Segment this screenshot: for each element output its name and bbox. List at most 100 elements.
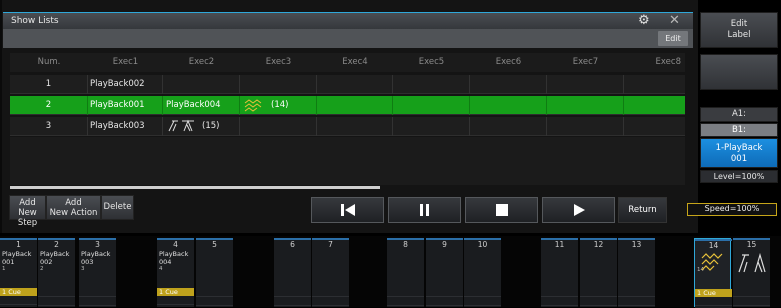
exec-cell[interactable]	[240, 75, 317, 94]
executor-number: 7	[312, 238, 349, 249]
beam-icon	[168, 119, 194, 131]
exec-cell[interactable]	[317, 75, 393, 94]
executor-fader-lines	[426, 288, 463, 307]
executor-sub-number: 2	[40, 266, 44, 272]
exec-cell[interactable]	[547, 117, 624, 136]
executor-slot-1[interactable]: 1 PlayBack 001 1 1 Cue	[0, 238, 37, 307]
executor-number: 1	[0, 238, 37, 249]
row-number: 3	[10, 117, 88, 136]
gear-icon[interactable]: ⚙	[638, 13, 650, 28]
column-header: Exec6	[495, 57, 522, 67]
add-new-step-button[interactable]: Add New Step	[9, 195, 46, 228]
add-new-action-button[interactable]: Add New Action	[46, 195, 101, 220]
executor-number: 5	[196, 238, 233, 249]
exec-cell[interactable]: PlayBack004	[163, 96, 240, 115]
play-button[interactable]	[542, 197, 615, 223]
exec-cell[interactable]	[624, 117, 685, 136]
executor-cue-label: 1 Cue	[695, 289, 732, 297]
executor-slot-10[interactable]: 10	[464, 238, 501, 307]
edit-label-button[interactable]: Edit Label	[700, 12, 778, 48]
edit-label-text: Label	[727, 30, 751, 40]
exec-cell[interactable]	[547, 75, 624, 94]
exec-cell[interactable]	[470, 96, 547, 115]
row-number: 1	[10, 75, 88, 94]
table-row[interactable]: 3 PlayBack003 (15)	[10, 117, 685, 136]
column-header: Exec3	[265, 57, 292, 67]
executor-slot-6[interactable]: 6	[274, 238, 311, 307]
close-icon[interactable]: ✕	[669, 13, 680, 28]
exec-cell[interactable]	[393, 96, 470, 115]
exec-cell[interactable]	[317, 117, 393, 136]
exec-cell[interactable]: (14)	[240, 96, 317, 115]
exec-cell[interactable]	[317, 96, 393, 115]
playback-number: 001	[730, 154, 748, 164]
effect-icon	[701, 253, 723, 271]
executor-slot-14[interactable]: 14 14 1 Cue	[694, 238, 732, 308]
executor-fader-lines	[274, 288, 311, 307]
level-readout: Level=100%	[700, 170, 778, 183]
skip-back-icon	[340, 204, 355, 216]
exec-cell[interactable]	[393, 75, 470, 94]
executor-cue-label: 1 Cue	[157, 288, 194, 296]
executor-slot-4[interactable]: 4 PlayBack 004 4 1 Cue	[157, 238, 194, 307]
executor-fader-lines	[618, 288, 655, 307]
exec-cell[interactable]	[470, 75, 547, 94]
executor-slot-5[interactable]: 5	[196, 238, 233, 307]
exec-cell[interactable]	[470, 117, 547, 136]
exec-cell[interactable]: PlayBack002	[88, 75, 163, 94]
exec-cell[interactable]	[624, 75, 685, 94]
executor-slot-3[interactable]: 3 PlayBack 003 3	[79, 238, 116, 307]
executor-slot-13[interactable]: 13	[618, 238, 655, 307]
edit-button[interactable]: Edit	[658, 31, 688, 46]
table-row-selected[interactable]: 2 PlayBack001 PlayBack004 (14)	[10, 96, 685, 115]
table-row[interactable]: 1 PlayBack002	[10, 75, 685, 94]
executor-slot-15[interactable]: 15	[733, 238, 770, 307]
return-button[interactable]: Return	[618, 197, 667, 223]
executor-fader-lines	[0, 296, 37, 307]
playback-info: 1-PlayBack 001	[700, 138, 778, 168]
executor-slot-9[interactable]: 9	[426, 238, 463, 307]
executor-slot-8[interactable]: 8	[387, 238, 424, 307]
executor-number: 14	[695, 239, 732, 250]
exec-cell[interactable]	[240, 117, 317, 136]
exec-cell[interactable]: PlayBack003	[88, 117, 163, 136]
exec-cell[interactable]: (15)	[163, 117, 240, 136]
executor-number: 9	[426, 238, 463, 249]
exec-cell[interactable]	[624, 96, 685, 115]
a1-field: A1:	[700, 107, 778, 122]
add-step-label: Add	[19, 198, 36, 208]
horizontal-scrollbar[interactable]	[10, 186, 380, 189]
executor-number: 3	[79, 238, 116, 249]
executor-sub-number: 4	[159, 266, 163, 272]
exec-cell[interactable]: PlayBack001	[88, 96, 163, 115]
executor-sub-number: 3	[81, 266, 85, 272]
delete-button[interactable]: Delete	[101, 195, 134, 220]
executor-fader-lines	[312, 288, 349, 307]
prev-button[interactable]	[311, 197, 384, 223]
executor-slot-12[interactable]: 12	[580, 238, 617, 307]
executor-fader-lines	[733, 288, 770, 307]
exec-cell[interactable]	[547, 96, 624, 115]
executor-slot-2[interactable]: 2 PlayBack 002 2	[38, 238, 75, 307]
executor-name: PlayBack 004	[159, 250, 189, 266]
add-action-label: Add	[65, 198, 82, 208]
edit-toolbar	[3, 29, 693, 48]
executor-name: PlayBack 002	[40, 250, 70, 266]
pause-button[interactable]	[388, 197, 461, 223]
stop-button[interactable]	[465, 197, 538, 223]
executor-slot-11[interactable]: 11	[541, 238, 578, 307]
executor-number: 15	[733, 238, 770, 249]
column-header: Exec5	[418, 57, 445, 67]
executor-fader-lines	[541, 288, 578, 307]
executor-number: 8	[387, 238, 424, 249]
exec-cell[interactable]	[393, 117, 470, 136]
executor-cue-label: 1 Cue	[0, 288, 37, 296]
executor-fader-lines	[580, 288, 617, 307]
column-header: Exec8	[655, 57, 681, 67]
speed-readout[interactable]: Speed=100%	[687, 203, 777, 216]
pause-icon	[419, 204, 429, 216]
table-header-row: Num. Exec1 Exec2 Exec3 Exec4 Exec5 Exec6…	[10, 53, 685, 72]
executor-slot-7[interactable]: 7	[312, 238, 349, 307]
blank-button[interactable]	[700, 54, 778, 90]
exec-cell[interactable]	[163, 75, 240, 94]
